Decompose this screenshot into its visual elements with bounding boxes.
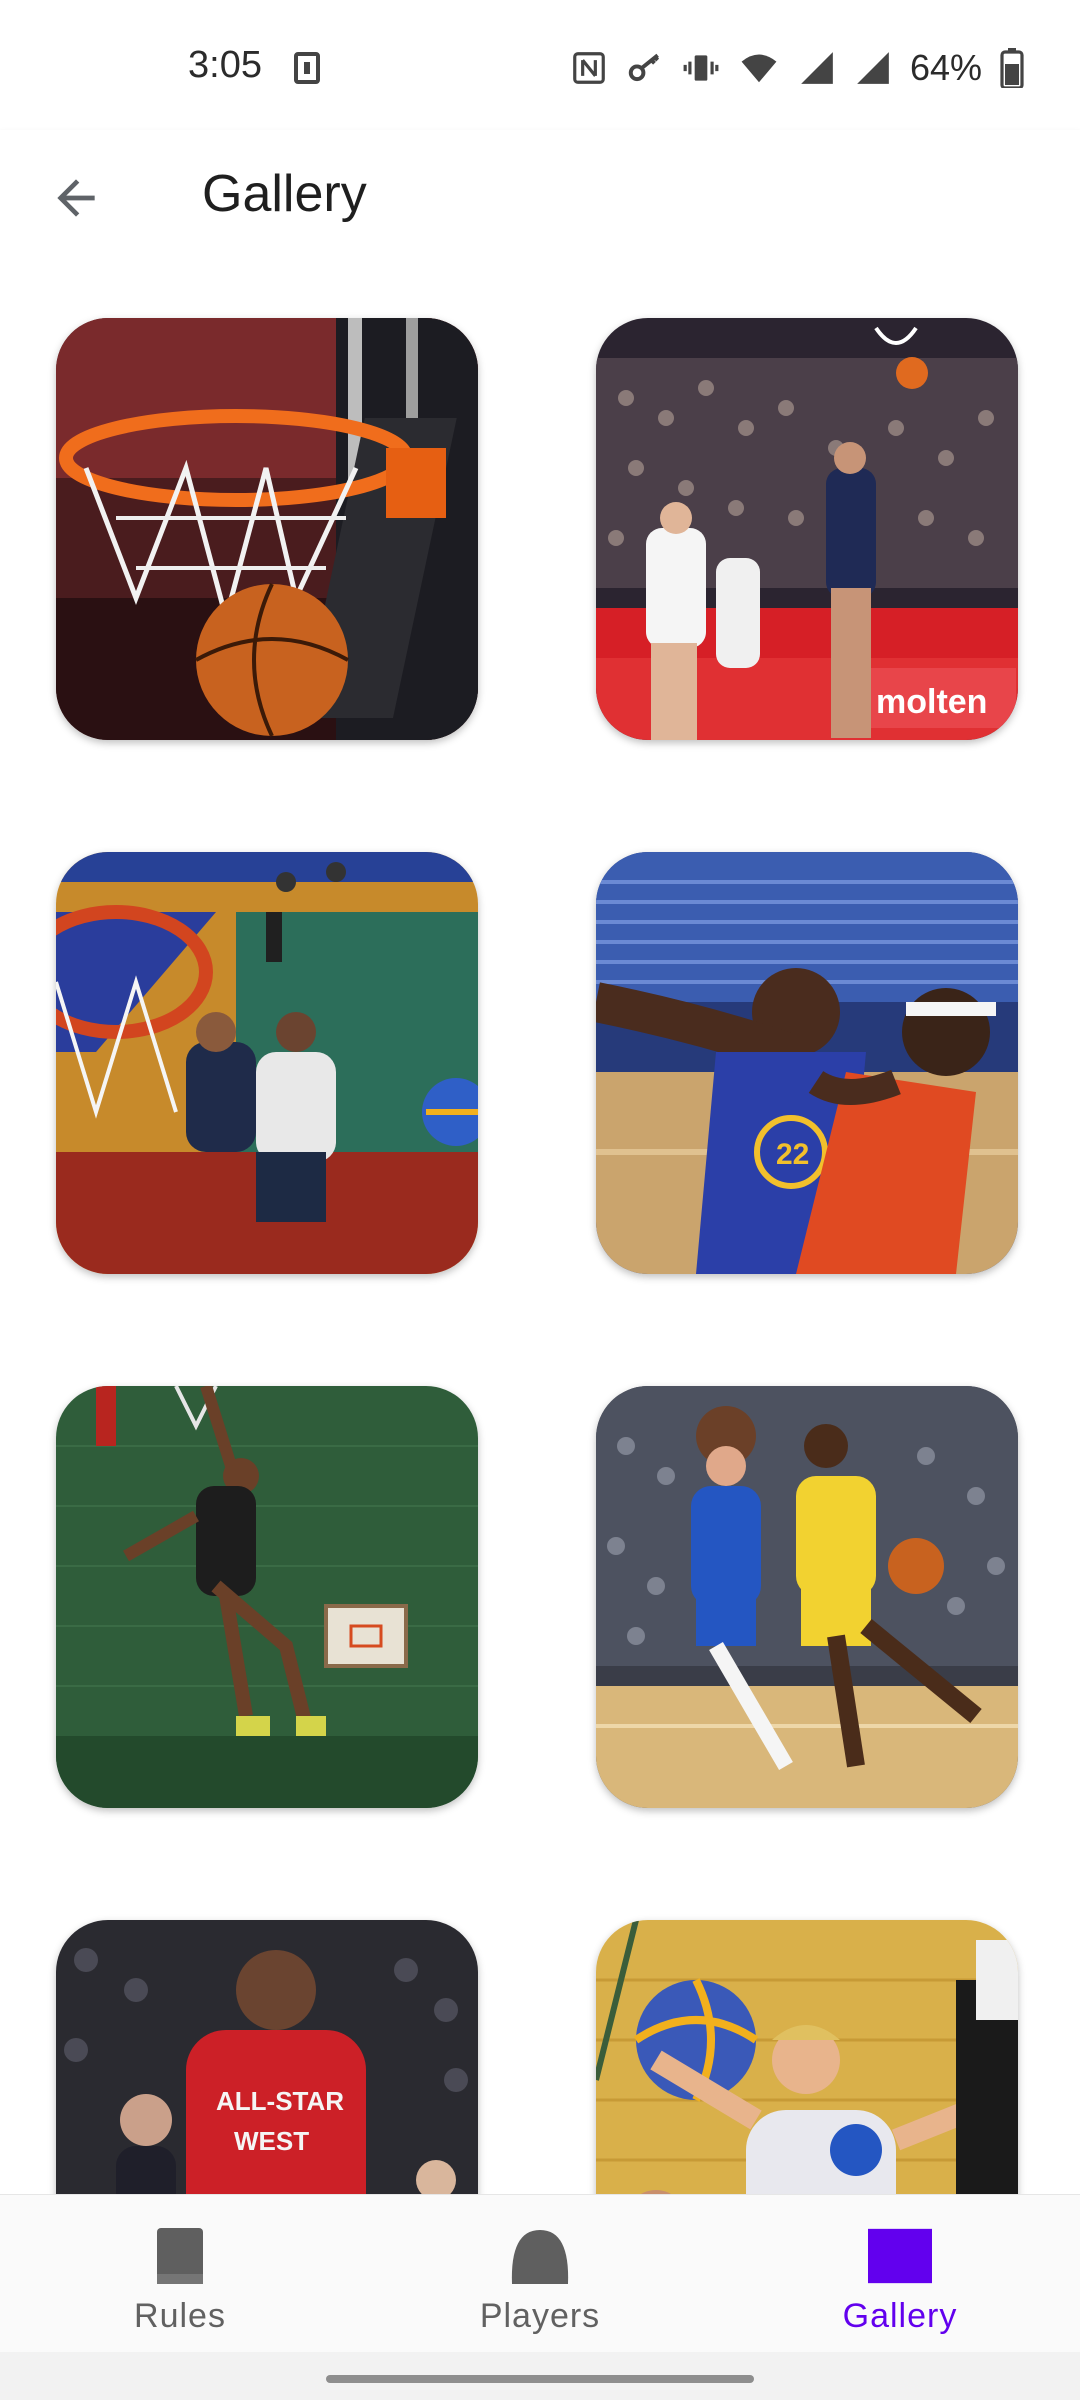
bottom-navigation: Rules Players Gallery (0, 2194, 1080, 2353)
lions-player-photo[interactable] (596, 1386, 1018, 1808)
warriors-player-photo[interactable]: 22 (596, 852, 1018, 1274)
nav-item-players[interactable]: Players (360, 2195, 720, 2353)
basketball-icon (508, 2225, 572, 2287)
nav-item-rules[interactable]: Rules (0, 2195, 360, 2353)
nav-label-rules: Rules (134, 2297, 226, 2335)
basketball-hoop-photo[interactable] (56, 318, 478, 740)
signal-icon (801, 52, 833, 84)
svg-text:WEST: WEST (234, 2126, 309, 2156)
nfc-icon (573, 52, 605, 84)
back-button[interactable] (36, 158, 116, 238)
nav-item-gallery[interactable]: Gallery (720, 2195, 1080, 2353)
home-indicator[interactable] (326, 2375, 754, 2383)
signal-icon (857, 52, 889, 84)
gesture-bar-area (0, 2352, 1080, 2400)
sim-card-icon (294, 52, 320, 84)
gallery-icon (868, 2225, 932, 2287)
arrow-back-icon (57, 179, 95, 217)
status-time: 3:05 (188, 44, 262, 86)
battery-icon (1000, 48, 1024, 88)
dunk-green-wall-photo[interactable] (56, 1386, 478, 1808)
status-bar: 3:05 64% (0, 0, 1080, 130)
nav-label-players: Players (479, 2297, 601, 2335)
gallery-grid[interactable]: molten 22 ALL-STAR WEST (0, 262, 1080, 2194)
svg-text:22: 22 (776, 1138, 809, 1171)
svg-text:molten: molten (876, 683, 987, 721)
diving-player-photo[interactable] (596, 1920, 1018, 2194)
wifi-icon (741, 54, 777, 83)
app-bar: Gallery (0, 130, 1080, 262)
vibrate-icon (683, 55, 719, 81)
all-star-photo[interactable]: ALL-STAR WEST (56, 1920, 478, 2194)
key-icon (628, 53, 660, 82)
battery-level: 64% (909, 47, 982, 88)
svg-text:ALL-STAR: ALL-STAR (216, 2086, 344, 2116)
status-icons: 64% (570, 46, 1024, 90)
player-layup-photo[interactable]: molten (596, 318, 1018, 740)
nav-label-gallery: Gallery (842, 2297, 958, 2335)
book-icon (148, 2225, 212, 2287)
streetball-aerial-photo[interactable] (56, 852, 478, 1274)
page-title: Gallery (202, 165, 367, 223)
